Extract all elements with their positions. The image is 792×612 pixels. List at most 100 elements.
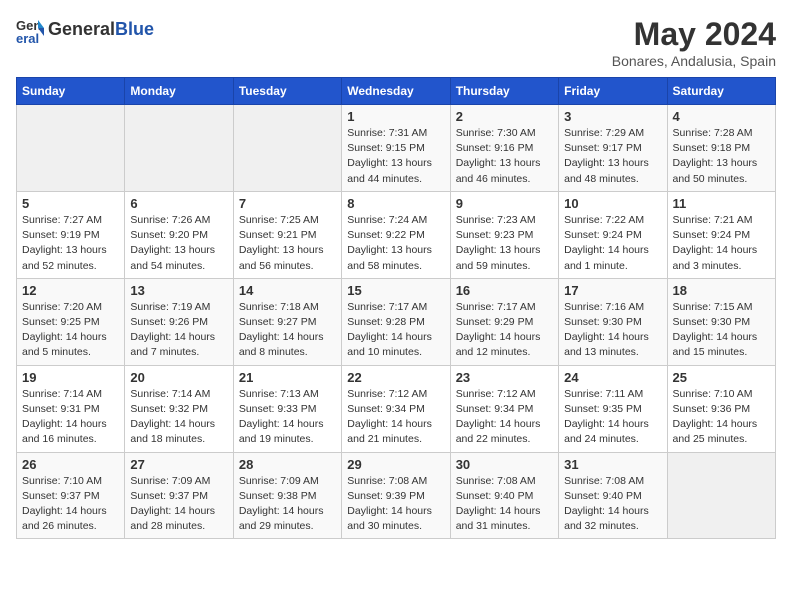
calendar-cell: 4 Sunrise: 7:28 AMSunset: 9:18 PMDaylight… bbox=[667, 105, 775, 192]
weekday-header-wednesday: Wednesday bbox=[342, 78, 450, 105]
calendar-week-row: 5 Sunrise: 7:27 AMSunset: 9:19 PMDaylight… bbox=[17, 191, 776, 278]
day-info: Sunrise: 7:09 AMSunset: 9:37 PMDaylight:… bbox=[130, 474, 227, 535]
day-info: Sunrise: 7:10 AMSunset: 9:36 PMDaylight:… bbox=[673, 387, 770, 448]
page-header: Gen eral GeneralBlue May 2024 Bonares, A… bbox=[16, 16, 776, 69]
logo-general: GeneralBlue bbox=[48, 20, 154, 40]
calendar-title: May 2024 bbox=[612, 16, 776, 53]
calendar-week-row: 12 Sunrise: 7:20 AMSunset: 9:25 PMDayligh… bbox=[17, 278, 776, 365]
day-info: Sunrise: 7:25 AMSunset: 9:21 PMDaylight:… bbox=[239, 213, 336, 274]
calendar-cell: 6 Sunrise: 7:26 AMSunset: 9:20 PMDaylight… bbox=[125, 191, 233, 278]
day-info: Sunrise: 7:29 AMSunset: 9:17 PMDaylight:… bbox=[564, 126, 661, 187]
day-info: Sunrise: 7:08 AMSunset: 9:39 PMDaylight:… bbox=[347, 474, 444, 535]
day-info: Sunrise: 7:08 AMSunset: 9:40 PMDaylight:… bbox=[564, 474, 661, 535]
day-info: Sunrise: 7:14 AMSunset: 9:32 PMDaylight:… bbox=[130, 387, 227, 448]
day-info: Sunrise: 7:26 AMSunset: 9:20 PMDaylight:… bbox=[130, 213, 227, 274]
day-number: 22 bbox=[347, 370, 444, 385]
day-number: 14 bbox=[239, 283, 336, 298]
calendar-body: 1 Sunrise: 7:31 AMSunset: 9:15 PMDaylight… bbox=[17, 105, 776, 539]
day-number: 25 bbox=[673, 370, 770, 385]
calendar-cell: 20 Sunrise: 7:14 AMSunset: 9:32 PMDayligh… bbox=[125, 365, 233, 452]
day-info: Sunrise: 7:13 AMSunset: 9:33 PMDaylight:… bbox=[239, 387, 336, 448]
day-number: 16 bbox=[456, 283, 553, 298]
calendar-cell: 12 Sunrise: 7:20 AMSunset: 9:25 PMDayligh… bbox=[17, 278, 125, 365]
day-number: 20 bbox=[130, 370, 227, 385]
day-number: 21 bbox=[239, 370, 336, 385]
calendar-cell: 29Sunrise: 7:08 AMSunset: 9:39 PMDayligh… bbox=[342, 452, 450, 539]
weekday-header-monday: Monday bbox=[125, 78, 233, 105]
day-info: Sunrise: 7:22 AMSunset: 9:24 PMDaylight:… bbox=[564, 213, 661, 274]
calendar-cell: 11 Sunrise: 7:21 AMSunset: 9:24 PMDayligh… bbox=[667, 191, 775, 278]
calendar-cell: 24Sunrise: 7:11 AMSunset: 9:35 PMDayligh… bbox=[559, 365, 667, 452]
day-number: 8 bbox=[347, 196, 444, 211]
calendar-cell: 23Sunrise: 7:12 AMSunset: 9:34 PMDayligh… bbox=[450, 365, 558, 452]
day-info: Sunrise: 7:12 AMSunset: 9:34 PMDaylight:… bbox=[456, 387, 553, 448]
calendar-cell: 7 Sunrise: 7:25 AMSunset: 9:21 PMDaylight… bbox=[233, 191, 341, 278]
calendar-cell: 3 Sunrise: 7:29 AMSunset: 9:17 PMDaylight… bbox=[559, 105, 667, 192]
day-number: 9 bbox=[456, 196, 553, 211]
day-number: 12 bbox=[22, 283, 119, 298]
day-number: 13 bbox=[130, 283, 227, 298]
logo: Gen eral GeneralBlue bbox=[16, 16, 154, 44]
day-info: Sunrise: 7:31 AMSunset: 9:15 PMDaylight:… bbox=[347, 126, 444, 187]
day-number: 28 bbox=[239, 457, 336, 472]
calendar-cell: 22 Sunrise: 7:12 AMSunset: 9:34 PMDayligh… bbox=[342, 365, 450, 452]
calendar-cell: 14 Sunrise: 7:18 AMSunset: 9:27 PMDayligh… bbox=[233, 278, 341, 365]
day-number: 7 bbox=[239, 196, 336, 211]
calendar-cell: 5 Sunrise: 7:27 AMSunset: 9:19 PMDaylight… bbox=[17, 191, 125, 278]
logo-icon: Gen eral bbox=[16, 16, 44, 44]
day-number: 30 bbox=[456, 457, 553, 472]
day-info: Sunrise: 7:11 AMSunset: 9:35 PMDaylight:… bbox=[564, 387, 661, 448]
day-number: 31 bbox=[564, 457, 661, 472]
day-info: Sunrise: 7:18 AMSunset: 9:27 PMDaylight:… bbox=[239, 300, 336, 361]
calendar-week-row: 19 Sunrise: 7:14 AMSunset: 9:31 PMDayligh… bbox=[17, 365, 776, 452]
day-info: Sunrise: 7:20 AMSunset: 9:25 PMDaylight:… bbox=[22, 300, 119, 361]
day-number: 4 bbox=[673, 109, 770, 124]
calendar-week-row: 26Sunrise: 7:10 AMSunset: 9:37 PMDayligh… bbox=[17, 452, 776, 539]
calendar-cell: 28 Sunrise: 7:09 AMSunset: 9:38 PMDayligh… bbox=[233, 452, 341, 539]
calendar-cell: 26Sunrise: 7:10 AMSunset: 9:37 PMDayligh… bbox=[17, 452, 125, 539]
day-info: Sunrise: 7:28 AMSunset: 9:18 PMDaylight:… bbox=[673, 126, 770, 187]
day-number: 2 bbox=[456, 109, 553, 124]
day-info: Sunrise: 7:12 AMSunset: 9:34 PMDaylight:… bbox=[347, 387, 444, 448]
day-number: 3 bbox=[564, 109, 661, 124]
day-info: Sunrise: 7:21 AMSunset: 9:24 PMDaylight:… bbox=[673, 213, 770, 274]
day-number: 1 bbox=[347, 109, 444, 124]
calendar-cell: 16 Sunrise: 7:17 AMSunset: 9:29 PMDayligh… bbox=[450, 278, 558, 365]
calendar-cell: 9 Sunrise: 7:23 AMSunset: 9:23 PMDaylight… bbox=[450, 191, 558, 278]
day-number: 5 bbox=[22, 196, 119, 211]
calendar-cell: 27 Sunrise: 7:09 AMSunset: 9:37 PMDayligh… bbox=[125, 452, 233, 539]
day-info: Sunrise: 7:09 AMSunset: 9:38 PMDaylight:… bbox=[239, 474, 336, 535]
day-number: 6 bbox=[130, 196, 227, 211]
calendar-subtitle: Bonares, Andalusia, Spain bbox=[612, 53, 776, 69]
day-info: Sunrise: 7:19 AMSunset: 9:26 PMDaylight:… bbox=[130, 300, 227, 361]
calendar-cell: 31 Sunrise: 7:08 AMSunset: 9:40 PMDayligh… bbox=[559, 452, 667, 539]
weekday-row: SundayMondayTuesdayWednesdayThursdayFrid… bbox=[17, 78, 776, 105]
calendar-cell: 13 Sunrise: 7:19 AMSunset: 9:26 PMDayligh… bbox=[125, 278, 233, 365]
day-number: 11 bbox=[673, 196, 770, 211]
day-info: Sunrise: 7:17 AMSunset: 9:29 PMDaylight:… bbox=[456, 300, 553, 361]
day-number: 27 bbox=[130, 457, 227, 472]
calendar-cell: 10Sunrise: 7:22 AMSunset: 9:24 PMDayligh… bbox=[559, 191, 667, 278]
svg-text:eral: eral bbox=[16, 31, 39, 44]
calendar-cell bbox=[125, 105, 233, 192]
calendar-cell: 18 Sunrise: 7:15 AMSunset: 9:30 PMDayligh… bbox=[667, 278, 775, 365]
calendar-header: SundayMondayTuesdayWednesdayThursdayFrid… bbox=[17, 78, 776, 105]
day-number: 18 bbox=[673, 283, 770, 298]
day-number: 19 bbox=[22, 370, 119, 385]
calendar-week-row: 1 Sunrise: 7:31 AMSunset: 9:15 PMDaylight… bbox=[17, 105, 776, 192]
weekday-header-sunday: Sunday bbox=[17, 78, 125, 105]
day-info: Sunrise: 7:08 AMSunset: 9:40 PMDaylight:… bbox=[456, 474, 553, 535]
day-info: Sunrise: 7:16 AMSunset: 9:30 PMDaylight:… bbox=[564, 300, 661, 361]
day-info: Sunrise: 7:14 AMSunset: 9:31 PMDaylight:… bbox=[22, 387, 119, 448]
calendar-cell: 2Sunrise: 7:30 AMSunset: 9:16 PMDaylight… bbox=[450, 105, 558, 192]
day-info: Sunrise: 7:23 AMSunset: 9:23 PMDaylight:… bbox=[456, 213, 553, 274]
weekday-header-saturday: Saturday bbox=[667, 78, 775, 105]
day-info: Sunrise: 7:10 AMSunset: 9:37 PMDaylight:… bbox=[22, 474, 119, 535]
calendar-cell bbox=[233, 105, 341, 192]
weekday-header-tuesday: Tuesday bbox=[233, 78, 341, 105]
calendar-cell: 17Sunrise: 7:16 AMSunset: 9:30 PMDayligh… bbox=[559, 278, 667, 365]
calendar-cell: 8Sunrise: 7:24 AMSunset: 9:22 PMDaylight… bbox=[342, 191, 450, 278]
day-info: Sunrise: 7:27 AMSunset: 9:19 PMDaylight:… bbox=[22, 213, 119, 274]
calendar-table: SundayMondayTuesdayWednesdayThursdayFrid… bbox=[16, 77, 776, 539]
day-info: Sunrise: 7:15 AMSunset: 9:30 PMDaylight:… bbox=[673, 300, 770, 361]
